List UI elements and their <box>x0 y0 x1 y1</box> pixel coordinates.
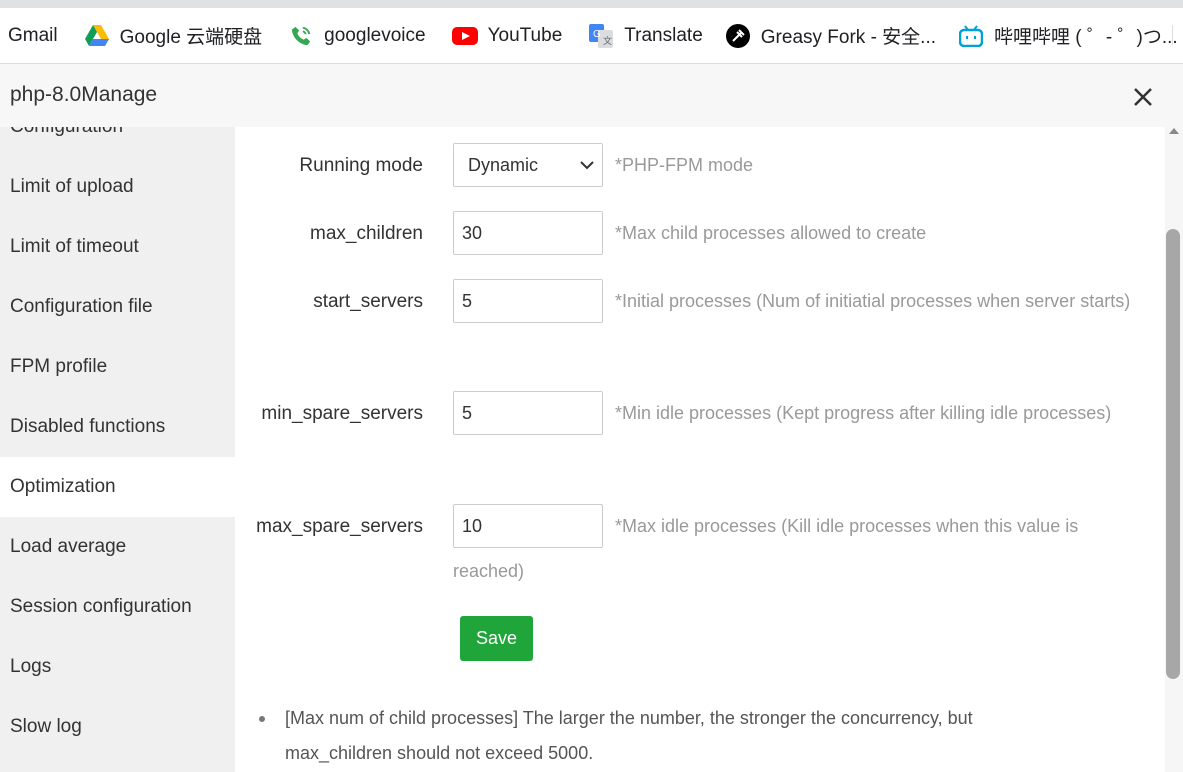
scroll-up-arrow-icon[interactable] <box>1169 128 1179 134</box>
sidebar-item-label: Limit of upload <box>10 176 134 197</box>
bookmark-label: googlevoice <box>324 24 426 46</box>
sidebar-item-optimization[interactable]: Optimization <box>0 457 235 517</box>
sidebar-item-label: Limit of timeout <box>10 236 139 257</box>
tips-list: [Max num of child processes] The larger … <box>255 701 1015 771</box>
sidebar: Configuration Limit of upload Limit of t… <box>0 127 235 772</box>
sidebar-item-label: Logs <box>10 656 52 677</box>
min-spare-servers-hint: *Min idle processes (Kept progress after… <box>615 403 1112 423</box>
max-children-hint: *Max child processes allowed to create <box>615 223 927 243</box>
phone-icon <box>288 23 314 49</box>
bookmark-bilibili[interactable]: 哔哩哔哩 ( ゜- ゜)つ... <box>958 8 1178 63</box>
sidebar-item-label: Disabled functions <box>10 416 166 437</box>
sidebar-item-label: Optimization <box>10 476 116 497</box>
bookmark-label: 哔哩哔哩 ( ゜- ゜)つ... <box>994 27 1178 48</box>
translate-icon: G 文 <box>588 23 614 49</box>
tip-item: [Max num of child processes] The larger … <box>285 708 973 763</box>
sidebar-item-configuration-file[interactable]: Configuration file <box>0 277 235 337</box>
dialog-header: php-8.0Manage <box>0 64 1183 128</box>
optimization-panel: Running mode Dynamic *PHP-FPM mode max_c… <box>235 127 1165 772</box>
bookmark-label: Google 云端硬盘 <box>119 27 263 48</box>
bookmarks-bar: Gmail Google 云端硬盘 googlevoice YouTube G … <box>0 8 1183 64</box>
bookmark-translate[interactable]: G 文 Translate <box>588 8 703 63</box>
max-spare-servers-label: max_spare_servers <box>256 516 423 537</box>
sidebar-item-label: Configuration <box>10 127 123 138</box>
sidebar-item-label: Slow log <box>10 716 82 737</box>
sidebar-item-configuration[interactable]: Configuration <box>0 127 235 157</box>
bookmark-greasy-fork[interactable]: Greasy Fork - 安全... <box>725 8 936 63</box>
sidebar-item-label: Load average <box>10 536 127 557</box>
sidebar-item-label: Session configuration <box>10 596 192 617</box>
sidebar-item-limit-of-upload[interactable]: Limit of upload <box>0 157 235 217</box>
bilibili-icon <box>958 23 984 49</box>
max-children-label: max_children <box>310 223 423 244</box>
close-button[interactable] <box>1128 82 1158 112</box>
dialog-title: php-8.0Manage <box>10 83 158 106</box>
bookmarks-overflow-divider <box>1172 25 1183 45</box>
svg-text:G: G <box>593 29 601 40</box>
bookmark-label: Greasy Fork - 安全... <box>760 27 937 48</box>
max-spare-servers-hint: *Max idle processes (Kill idle processes… <box>453 516 1079 581</box>
scrollbar-thumb[interactable] <box>1166 229 1180 679</box>
sidebar-item-logs[interactable]: Logs <box>0 637 235 697</box>
min-spare-servers-label: min_spare_servers <box>261 403 423 424</box>
bullet-icon <box>259 716 265 722</box>
bookmark-youtube[interactable]: YouTube <box>451 8 563 63</box>
running-mode-label: Running mode <box>299 155 423 176</box>
close-icon <box>1134 88 1152 106</box>
sidebar-item-disabled-functions[interactable]: Disabled functions <box>0 397 235 457</box>
browser-tabstrip <box>0 0 1183 8</box>
bookmark-label: YouTube <box>487 24 563 46</box>
start-servers-hint: *Initial processes (Num of initiatial pr… <box>615 291 1131 311</box>
save-button[interactable]: Save <box>460 616 533 661</box>
sidebar-item-slow-log[interactable]: Slow log <box>0 697 235 757</box>
sidebar-item-fpm-profile[interactable]: FPM profile <box>0 337 235 397</box>
youtube-icon <box>451 23 478 49</box>
bookmark-google-drive[interactable]: Google 云端硬盘 <box>84 8 263 63</box>
start-servers-label: start_servers <box>313 291 423 312</box>
sidebar-item-limit-of-timeout[interactable]: Limit of timeout <box>0 217 235 277</box>
bookmark-label: Translate <box>624 24 703 46</box>
bookmark-label: Gmail <box>8 24 58 46</box>
bookmark-googlevoice[interactable]: googlevoice <box>288 8 426 63</box>
greasy-fork-icon <box>725 23 751 49</box>
svg-text:文: 文 <box>603 35 612 46</box>
google-drive-icon <box>84 23 110 49</box>
running-mode-hint: *PHP-FPM mode <box>615 155 754 175</box>
sidebar-item-label: Configuration file <box>10 296 153 317</box>
bookmark-gmail[interactable]: Gmail <box>8 8 58 63</box>
sidebar-item-label: FPM profile <box>10 356 108 377</box>
sidebar-item-load-average[interactable]: Load average <box>0 517 235 577</box>
sidebar-item-session-configuration[interactable]: Session configuration <box>0 577 235 637</box>
